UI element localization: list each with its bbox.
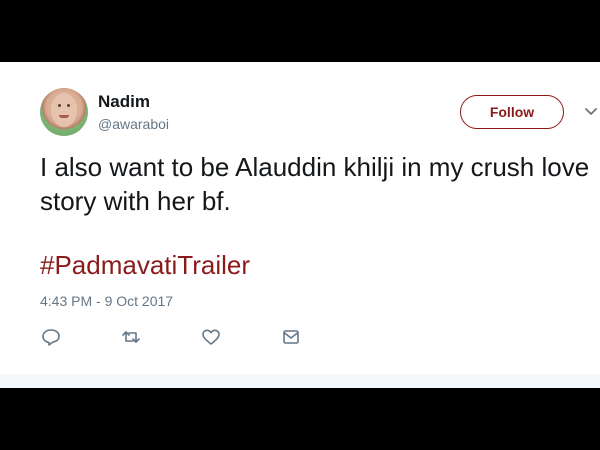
avatar[interactable]	[40, 88, 88, 136]
direct-message-icon[interactable]	[280, 326, 302, 348]
hashtag-link[interactable]: #PadmavatiTrailer	[40, 250, 250, 281]
follow-button[interactable]: Follow	[460, 95, 564, 129]
reply-icon[interactable]	[40, 326, 62, 348]
retweet-icon[interactable]	[120, 326, 142, 348]
chevron-down-icon[interactable]	[584, 105, 598, 119]
tweet-timestamp[interactable]: 4:43 PM - 9 Oct 2017	[40, 293, 173, 309]
avatar-eye-right	[67, 104, 70, 107]
avatar-face	[51, 93, 77, 127]
card-footer-divider	[0, 374, 600, 388]
tweet-text: I also want to be Alauddin khilji in my …	[40, 152, 590, 216]
avatar-eye-left	[58, 104, 61, 107]
like-icon[interactable]	[200, 326, 222, 348]
author-display-name[interactable]: Nadim	[98, 92, 150, 112]
avatar-mouth	[59, 115, 69, 118]
author-handle[interactable]: @awaraboi	[98, 116, 169, 132]
